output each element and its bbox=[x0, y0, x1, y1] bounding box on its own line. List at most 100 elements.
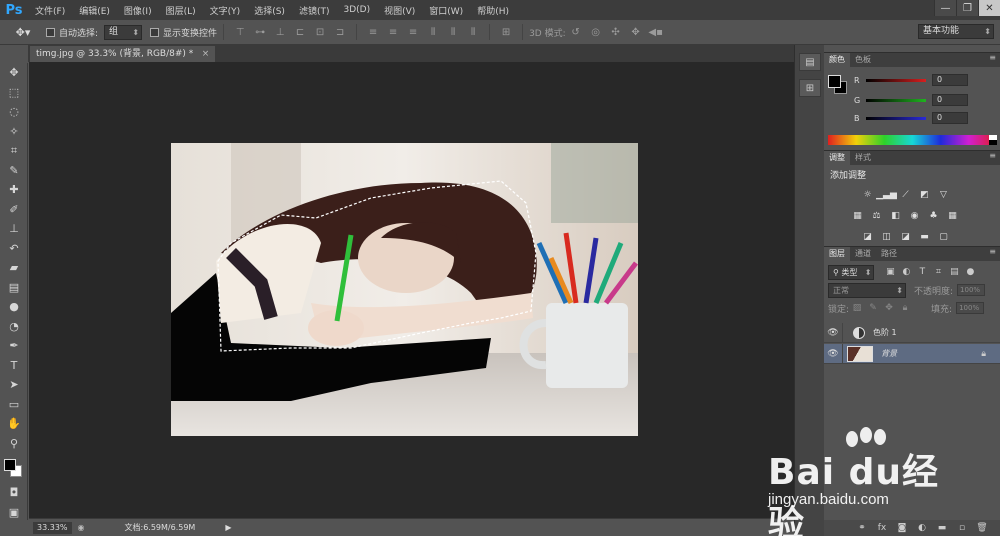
tab-channels[interactable]: 通道 bbox=[850, 247, 876, 261]
panel-menu-icon[interactable]: ≡ bbox=[989, 151, 1000, 165]
color-balance-icon[interactable]: ⚖ bbox=[870, 209, 883, 222]
hue-saturation-icon[interactable]: ▦ bbox=[851, 209, 864, 222]
tab-paths[interactable]: 路径 bbox=[876, 247, 902, 261]
3d-rotate-icon[interactable]: ↺ bbox=[568, 24, 584, 40]
layer-row-background[interactable]: 👁︎ 背景 🔒︎ bbox=[824, 343, 1000, 364]
history-panel-icon[interactable]: ▤ bbox=[799, 53, 821, 71]
history-brush-tool-icon[interactable]: ↶ bbox=[0, 239, 28, 259]
tab-swatches[interactable]: 色板 bbox=[850, 53, 876, 67]
tab-styles[interactable]: 样式 bbox=[850, 151, 876, 165]
menu-help[interactable]: 帮助(H) bbox=[470, 4, 516, 17]
visibility-eye-icon[interactable]: 👁︎ bbox=[824, 328, 842, 338]
distribute-vcenter-icon[interactable]: ≡ bbox=[385, 24, 401, 40]
gradient-map-icon[interactable]: ▬ bbox=[918, 230, 931, 243]
auto-select-dropdown[interactable]: 组 bbox=[104, 24, 143, 40]
foreground-color-swatch[interactable] bbox=[828, 75, 841, 88]
black-white-icon[interactable]: ◧ bbox=[889, 209, 902, 222]
3d-slide-icon[interactable]: ✥ bbox=[628, 24, 644, 40]
panel-menu-icon[interactable]: ≡ bbox=[989, 53, 1000, 67]
filter-type-icon[interactable]: T bbox=[916, 266, 928, 278]
canvas-workspace[interactable] bbox=[29, 62, 794, 518]
restore-button[interactable]: ❐ bbox=[956, 0, 978, 16]
r-value-input[interactable]: 0 bbox=[932, 74, 968, 86]
3d-drag-icon[interactable]: ✣ bbox=[608, 24, 624, 40]
menu-filter[interactable]: 滤镜(T) bbox=[292, 4, 337, 17]
hand-tool-icon[interactable]: ✋ bbox=[0, 414, 28, 434]
levels-icon[interactable]: ▁▃▅ bbox=[876, 188, 897, 201]
document-image[interactable] bbox=[171, 143, 638, 436]
menu-layer[interactable]: 图层(L) bbox=[159, 4, 203, 17]
b-value-input[interactable]: 0 bbox=[932, 112, 968, 124]
gradient-tool-icon[interactable]: ▤ bbox=[0, 278, 28, 298]
filter-adjustment-icon[interactable]: ◐ bbox=[900, 266, 912, 278]
menu-image[interactable]: 图像(I) bbox=[117, 4, 159, 17]
r-slider[interactable] bbox=[866, 78, 926, 82]
screen-mode-icon[interactable]: ▣ bbox=[0, 503, 28, 523]
3d-scale-icon[interactable]: ◀▪ bbox=[648, 24, 664, 40]
move-tool-preset-icon[interactable]: ✥▾ bbox=[8, 23, 38, 41]
brightness-contrast-icon[interactable]: ☼ bbox=[861, 188, 874, 201]
align-bottom-icon[interactable]: ⊥ bbox=[272, 24, 288, 40]
auto-select-checkbox[interactable] bbox=[46, 27, 55, 37]
align-right-icon[interactable]: ⊐ bbox=[332, 24, 348, 40]
align-left-icon[interactable]: ⊏ bbox=[292, 24, 308, 40]
photo-filter-icon[interactable]: ◉ bbox=[908, 209, 921, 222]
channel-mixer-icon[interactable]: ♣ bbox=[927, 209, 940, 222]
color-spectrum[interactable] bbox=[828, 135, 997, 145]
menu-file[interactable]: 文件(F) bbox=[28, 4, 72, 17]
marquee-tool-icon[interactable]: ⬚ bbox=[0, 83, 28, 103]
status-menu-arrow-icon[interactable]: ▶ bbox=[225, 523, 231, 532]
layer-row-levels[interactable]: 👁︎ 色阶 1 bbox=[824, 322, 1000, 343]
filter-pixel-icon[interactable]: ▣ bbox=[884, 266, 896, 278]
distribute-right-icon[interactable]: ⦀ bbox=[465, 24, 481, 40]
blend-mode-dropdown[interactable]: 正常 bbox=[828, 282, 906, 298]
g-slider[interactable] bbox=[866, 98, 926, 102]
menu-edit[interactable]: 编辑(E) bbox=[72, 4, 117, 17]
menu-window[interactable]: 窗口(W) bbox=[422, 4, 470, 17]
exposure-icon[interactable]: ◩ bbox=[918, 188, 931, 201]
menu-type[interactable]: 文字(Y) bbox=[203, 4, 248, 17]
new-layer-icon[interactable]: ▫ bbox=[956, 522, 968, 534]
eyedropper-tool-icon[interactable]: ✎ bbox=[0, 161, 28, 181]
path-selection-tool-icon[interactable]: ➤ bbox=[0, 375, 28, 395]
lock-pixels-icon[interactable]: ✎ bbox=[867, 302, 879, 314]
zoom-level[interactable]: 33.33% bbox=[33, 521, 72, 534]
show-transform-checkbox[interactable] bbox=[150, 27, 160, 37]
eraser-tool-icon[interactable]: ▰ bbox=[0, 258, 28, 278]
opacity-input[interactable]: 100% bbox=[957, 284, 986, 296]
dodge-tool-icon[interactable]: ◔ bbox=[0, 317, 28, 337]
tab-layers[interactable]: 图层 bbox=[824, 247, 850, 261]
magic-wand-tool-icon[interactable]: ✧ bbox=[0, 122, 28, 142]
properties-panel-icon[interactable]: ⊞ bbox=[799, 79, 821, 97]
rectangle-tool-icon[interactable]: ▭ bbox=[0, 395, 28, 415]
workspace-dropdown[interactable]: 基本功能 bbox=[918, 24, 994, 39]
menu-view[interactable]: 视图(V) bbox=[377, 4, 422, 17]
lasso-tool-icon[interactable]: ◌ bbox=[0, 102, 28, 122]
distribute-bottom-icon[interactable]: ≡ bbox=[405, 24, 421, 40]
fill-input[interactable]: 100% bbox=[956, 302, 985, 314]
b-slider[interactable] bbox=[866, 116, 926, 120]
document-tab[interactable]: timg.jpg @ 33.3% (背景, RGB/8#) * × bbox=[30, 46, 216, 62]
vibrance-icon[interactable]: ▽ bbox=[937, 188, 950, 201]
delete-layer-icon[interactable]: 🗑︎ bbox=[976, 522, 988, 534]
selective-color-icon[interactable]: ▢ bbox=[937, 230, 950, 243]
align-hcenter-icon[interactable]: ⊡ bbox=[312, 24, 328, 40]
quick-mask-icon[interactable]: ◘ bbox=[0, 483, 28, 503]
posterize-icon[interactable]: ◫ bbox=[880, 230, 893, 243]
invert-icon[interactable]: ◪ bbox=[861, 230, 874, 243]
blur-tool-icon[interactable]: ● bbox=[0, 297, 28, 317]
filter-smart-object-icon[interactable]: ▤ bbox=[948, 266, 960, 278]
minimize-button[interactable]: — bbox=[934, 0, 956, 16]
brush-tool-icon[interactable]: ✐ bbox=[0, 200, 28, 220]
color-swatches[interactable] bbox=[0, 453, 27, 483]
threshold-icon[interactable]: ◪ bbox=[899, 230, 912, 243]
align-vcenter-icon[interactable]: ⊶ bbox=[252, 24, 268, 40]
zoom-tool-icon[interactable]: ⚲ bbox=[0, 434, 28, 454]
move-tool-icon[interactable]: ✥ bbox=[0, 63, 28, 83]
close-button[interactable]: ✕ bbox=[978, 0, 1000, 16]
panel-menu-icon[interactable]: ≡ bbox=[989, 247, 1000, 261]
tab-color[interactable]: 颜色 bbox=[824, 53, 850, 67]
menu-select[interactable]: 选择(S) bbox=[247, 4, 292, 17]
close-tab-icon[interactable]: × bbox=[202, 46, 210, 62]
filter-toggle-icon[interactable]: ● bbox=[964, 266, 976, 278]
